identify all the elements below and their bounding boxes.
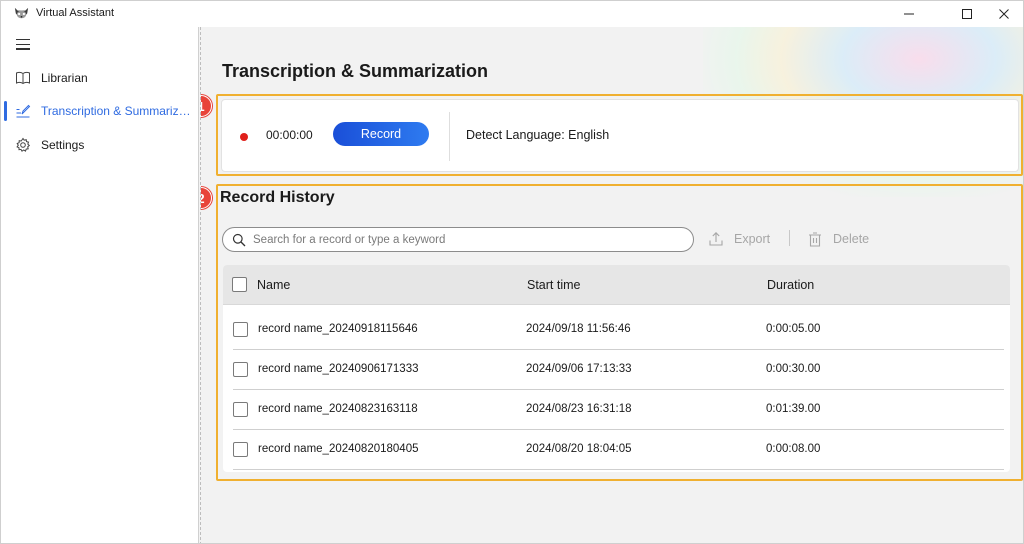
table-header: Name Start time Duration: [223, 265, 1010, 305]
minimize-icon: [904, 13, 914, 15]
row-checkbox[interactable]: [233, 362, 248, 377]
sidebar-item-librarian[interactable]: Librarian: [1, 63, 199, 93]
callout-badge-2: 2: [201, 187, 212, 209]
highlight-frame-recorder: [216, 94, 1023, 176]
toolbar-divider: [789, 230, 790, 246]
search-input[interactable]: [253, 232, 683, 248]
sidebar-item-label: Transcription & Summarizati...: [41, 104, 191, 118]
page-title: Transcription & Summarization: [222, 61, 489, 81]
record-start-time: 2024/08/20 18:04:05: [526, 443, 632, 455]
minimize-button[interactable]: [886, 1, 932, 27]
record-duration: 0:00:05.00: [766, 323, 821, 335]
record-start-time: 2024/08/23 16:31:18: [526, 403, 632, 415]
record-name: record name_20240918115646: [258, 323, 418, 335]
record-duration: 0:01:39.00: [766, 403, 821, 415]
select-all-checkbox[interactable]: [232, 277, 247, 292]
record-name: record name_20240906171333: [258, 363, 419, 375]
row-checkbox[interactable]: [233, 442, 248, 457]
raccoon-logo-icon: [14, 7, 29, 19]
edit-pen-icon: [16, 104, 31, 118]
export-icon: [709, 232, 723, 246]
export-button[interactable]: Export: [708, 228, 770, 250]
record-history-table: Name Start time Duration record name_202…: [223, 265, 1010, 472]
book-icon: [16, 71, 30, 85]
search-box: [222, 227, 694, 252]
search-icon: [232, 233, 246, 247]
window-title: Virtual Assistant: [36, 7, 115, 19]
record-start-time: 2024/09/06 17:13:33: [526, 363, 632, 375]
app-window: Virtual Assistant Librarian Transcriptio…: [0, 0, 1024, 544]
record-start-time: 2024/09/18 11:56:46: [526, 323, 631, 335]
trash-icon: [809, 232, 821, 247]
delete-button[interactable]: Delete: [807, 228, 869, 250]
gear-icon: [16, 137, 31, 152]
row-checkbox[interactable]: [233, 402, 248, 417]
table-row[interactable]: record name_20240918115646 2024/09/18 11…: [223, 309, 1010, 349]
hamburger-menu-icon[interactable]: [16, 39, 30, 51]
column-header-start-time[interactable]: Start time: [527, 278, 581, 292]
main-content: Transcription & Summarization 00:00:00 R…: [200, 27, 1023, 543]
record-duration: 0:00:30.00: [766, 363, 821, 375]
record-name: record name_20240823163118: [258, 403, 418, 415]
export-label: Export: [734, 232, 771, 246]
title-bar: Virtual Assistant: [1, 1, 1023, 27]
column-header-duration[interactable]: Duration: [767, 278, 814, 292]
delete-label: Delete: [833, 232, 870, 246]
callout-badge-1: 1: [201, 95, 212, 117]
maximize-icon: [962, 9, 972, 19]
table-row[interactable]: record name_20240820180405 2024/08/20 18…: [223, 429, 1010, 469]
close-button[interactable]: [981, 1, 1023, 27]
row-checkbox[interactable]: [233, 322, 248, 337]
sidebar-item-transcription[interactable]: Transcription & Summarizati...: [1, 96, 199, 126]
sidebar-item-settings[interactable]: Settings: [1, 130, 199, 160]
close-icon: [999, 9, 1009, 19]
row-divider: [233, 469, 1004, 470]
record-duration: 0:00:08.00: [766, 443, 821, 455]
table-row[interactable]: record name_20240823163118 2024/08/23 16…: [223, 389, 1010, 429]
record-name: record name_20240820180405: [258, 443, 419, 455]
record-history-title: Record History: [220, 189, 335, 206]
table-row[interactable]: record name_20240906171333 2024/09/06 17…: [223, 349, 1010, 389]
column-header-name[interactable]: Name: [257, 278, 290, 292]
sidebar: Librarian Transcription & Summarizati...…: [1, 27, 199, 543]
sidebar-item-label: Settings: [41, 138, 85, 152]
sidebar-item-label: Librarian: [41, 71, 88, 85]
